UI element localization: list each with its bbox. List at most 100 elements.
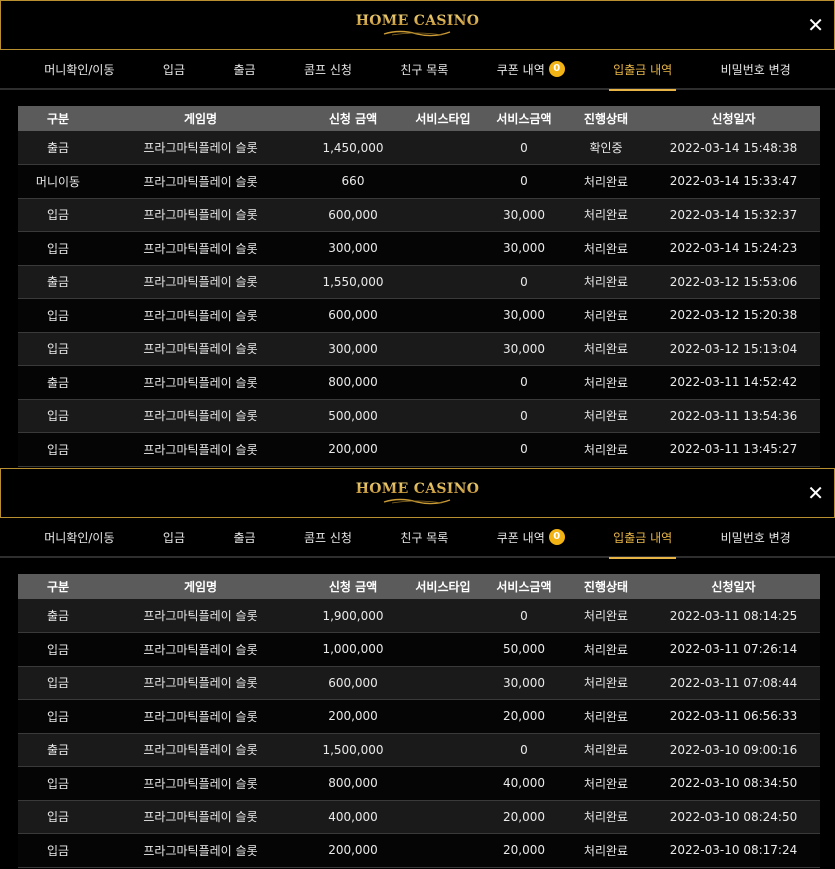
tab-comp-request[interactable]: 콤프 신청 [304, 517, 352, 557]
cell-request-amount: 1,000,000 [303, 632, 403, 667]
cell-service-type [403, 766, 483, 801]
cell-service-type [403, 332, 483, 366]
cell-service-amount: 0 [483, 265, 565, 299]
cell-request-date: 2022-03-12 15:20:38 [647, 298, 820, 333]
cell-service-amount: 0 [483, 733, 565, 767]
cell-request-date: 2022-03-11 13:54:36 [647, 399, 820, 433]
tab-deposit[interactable]: 입금 [163, 49, 185, 89]
cell-service-amount: 0 [483, 599, 565, 633]
table-row: 출금 프라그마틱플레이 슬롯 1,450,000 0 확인중 2022-03-14 15:… [18, 131, 820, 165]
cell-request-date: 2022-03-11 08:14:25 [647, 599, 820, 633]
cell-service-type [403, 666, 483, 700]
cell-request-amount: 600,000 [303, 198, 403, 232]
cell-status: 처리완료 [565, 766, 647, 801]
cell-request-amount: 600,000 [303, 666, 403, 700]
cell-service-type [403, 599, 483, 633]
tab-label: 입금 [162, 530, 186, 545]
cell-service-amount: 0 [483, 164, 565, 199]
cell-request-date: 2022-03-11 07:26:14 [647, 632, 820, 667]
cell-service-amount: 50,000 [483, 632, 565, 667]
cell-game-name: 프라그마틱플레이 슬롯 [98, 198, 303, 232]
cell-request-date: 2022-03-10 08:17:24 [647, 833, 820, 868]
col-header-date: 신청일자 [647, 574, 820, 599]
table-header-row: 구분 게임명 신청 금액 서비스타입 서비스금액 진행상태 신청일자 [18, 574, 820, 599]
tab-money-check[interactable]: 머니확인/이동 [44, 49, 114, 89]
table-row: 입금 프라그마틱플레이 슬롯 1,000,000 50,000 처리완료 2022-03-… [18, 632, 820, 667]
cell-request-date: 2022-03-10 09:00:16 [647, 733, 820, 767]
cell-type: 입금 [18, 198, 98, 232]
tab-withdraw[interactable]: 출금 [233, 49, 255, 89]
col-header-date: 신청일자 [647, 106, 820, 131]
table-row: 출금 프라그마틱플레이 슬롯 1,900,000 0 처리완료 2022-03-11 08… [18, 599, 820, 633]
cell-game-name: 프라그마틱플레이 슬롯 [98, 699, 303, 734]
col-header-service-amount: 서비스금액 [483, 106, 565, 131]
cell-request-amount: 660 [303, 164, 403, 199]
table-row: 입금 프라그마틱플레이 슬롯 200,000 20,000 처리완료 2022-03-11… [18, 699, 820, 734]
tab-label: 쿠폰 내역 [496, 62, 545, 77]
tab-friend-list[interactable]: 친구 목록 [400, 49, 448, 89]
transaction-table-wrap: 구분 게임명 신청 금액 서비스타입 서비스금액 진행상태 신청일자 출금 프라그… [18, 574, 820, 868]
cell-status: 처리완료 [565, 399, 647, 433]
cell-status: 처리완료 [565, 198, 647, 232]
cell-type: 입금 [18, 833, 98, 868]
cell-status: 처리완료 [565, 733, 647, 767]
tab-deposit[interactable]: 입금 [163, 517, 185, 557]
cell-request-amount: 1,500,000 [303, 733, 403, 767]
col-header-type: 구분 [18, 574, 98, 599]
col-header-status: 진행상태 [565, 574, 647, 599]
cell-service-type [403, 699, 483, 734]
tab-change-password[interactable]: 비밀번호 변경 [721, 49, 791, 89]
cell-type: 출금 [18, 265, 98, 299]
col-header-type: 구분 [18, 106, 98, 131]
modal-panel-2: HOME CASINO ✕ 머니확인/이동 입금 출금 콤프 신청 친구 목록 … [0, 468, 835, 869]
cell-game-name: 프라그마틱플레이 슬롯 [98, 164, 303, 199]
cell-request-amount: 1,450,000 [303, 131, 403, 165]
tab-withdraw[interactable]: 출금 [233, 517, 255, 557]
col-header-game: 게임명 [98, 574, 303, 599]
cell-request-amount: 800,000 [303, 766, 403, 801]
logo-text: HOME CASINO [355, 481, 480, 497]
cell-service-amount: 0 [483, 131, 565, 165]
cell-status: 처리완료 [565, 599, 647, 633]
table-row: 입금 프라그마틱플레이 슬롯 300,000 30,000 처리완료 2022-03-14… [18, 231, 820, 266]
table-header-row: 구분 게임명 신청 금액 서비스타입 서비스금액 진행상태 신청일자 [18, 106, 820, 131]
cell-type: 입금 [18, 231, 98, 266]
tab-friend-list[interactable]: 친구 목록 [400, 517, 448, 557]
tab-transaction-history[interactable]: 입출금 내역 [609, 517, 677, 559]
cell-game-name: 프라그마틱플레이 슬롯 [98, 766, 303, 801]
cell-type: 입금 [18, 298, 98, 333]
table-row: 입금 프라그마틱플레이 슬롯 600,000 30,000 처리완료 2022-03-14… [18, 198, 820, 232]
table-row: 입금 프라그마틱플레이 슬롯 500,000 0 처리완료 2022-03-11 13:5… [18, 399, 820, 433]
tab-comp-request[interactable]: 콤프 신청 [304, 49, 352, 89]
tab-coupon-history[interactable]: 쿠폰 내역 0 [497, 49, 565, 89]
home-casino-logo: HOME CASINO [356, 481, 479, 505]
cell-request-date: 2022-03-14 15:33:47 [647, 164, 820, 199]
tab-coupon-history[interactable]: 쿠폰 내역 0 [497, 517, 565, 557]
cell-game-name: 프라그마틱플레이 슬롯 [98, 298, 303, 333]
table-row: 출금 프라그마틱플레이 슬롯 800,000 0 처리완료 2022-03-11 14:5… [18, 365, 820, 400]
close-icon[interactable]: ✕ [807, 15, 824, 35]
cell-type: 출금 [18, 733, 98, 767]
logo-swoosh-icon [384, 498, 451, 505]
transaction-table: 구분 게임명 신청 금액 서비스타입 서비스금액 진행상태 신청일자 출금 프라그… [18, 106, 820, 467]
tab-transaction-history[interactable]: 입출금 내역 [609, 49, 677, 91]
cell-request-amount: 600,000 [303, 298, 403, 333]
tab-label: 친구 목록 [400, 530, 449, 545]
cell-request-amount: 1,550,000 [303, 265, 403, 299]
modal-header: HOME CASINO ✕ [0, 0, 835, 50]
transaction-table: 구분 게임명 신청 금액 서비스타입 서비스금액 진행상태 신청일자 출금 프라그… [18, 574, 820, 868]
cell-type: 입금 [18, 800, 98, 834]
cell-request-amount: 800,000 [303, 365, 403, 400]
close-icon[interactable]: ✕ [807, 483, 824, 503]
cell-request-date: 2022-03-11 14:52:42 [647, 365, 820, 400]
tab-change-password[interactable]: 비밀번호 변경 [721, 517, 791, 557]
modal-header: HOME CASINO ✕ [0, 468, 835, 518]
table-row: 입금 프라그마틱플레이 슬롯 400,000 20,000 처리완료 2022-03-10… [18, 800, 820, 834]
cell-service-amount: 0 [483, 399, 565, 433]
tab-label: 쿠폰 내역 [496, 530, 545, 545]
cell-status: 처리완료 [565, 298, 647, 333]
cell-status: 처리완료 [565, 432, 647, 467]
cell-service-amount: 30,000 [483, 231, 565, 266]
cell-service-amount: 30,000 [483, 298, 565, 333]
tab-money-check[interactable]: 머니확인/이동 [44, 517, 114, 557]
